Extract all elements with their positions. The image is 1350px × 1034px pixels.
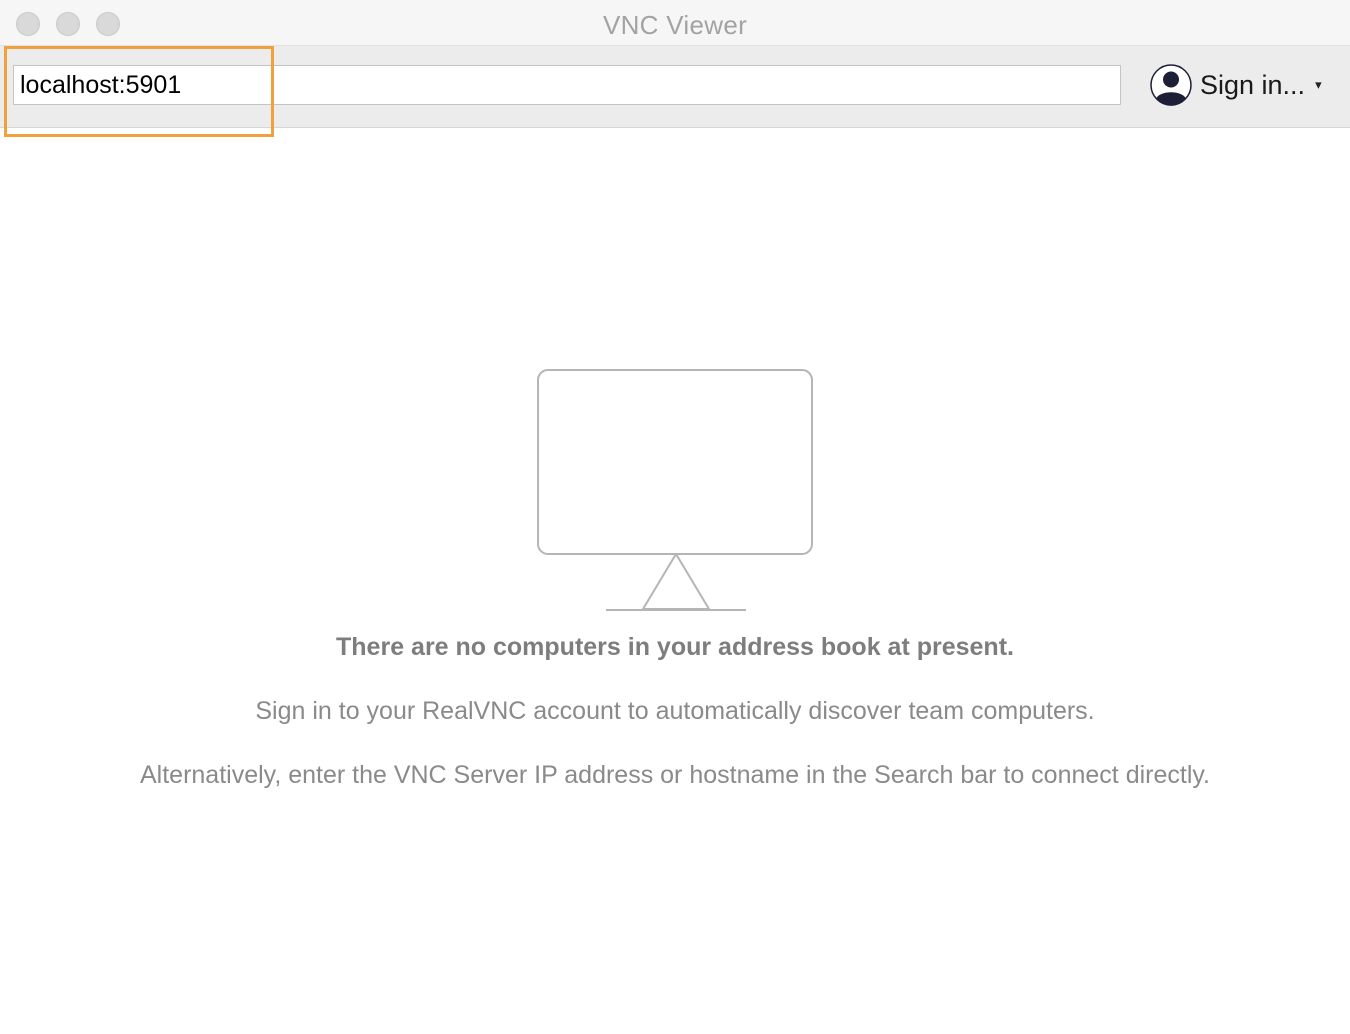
window-title: VNC Viewer (602, 10, 748, 40)
empty-state-search-hint: Alternatively, enter the VNC Server IP a… (140, 761, 1210, 789)
sign-in-button[interactable]: Sign in... ▾ (1150, 63, 1322, 107)
toolbar: Sign in... ▾ (0, 46, 1350, 128)
search-input[interactable] (13, 65, 1121, 105)
title-bar: VNC Viewer (0, 0, 1350, 46)
monitor-icon (537, 369, 813, 611)
empty-state-heading: There are no computers in your address b… (336, 633, 1014, 661)
sign-in-label: Sign in... (1200, 69, 1306, 100)
user-avatar-icon (1150, 64, 1192, 106)
vnc-viewer-window: VNC Viewer Sign in... ▾ There are no com… (0, 0, 1350, 1034)
empty-state-signin-hint: Sign in to your RealVNC account to autom… (255, 697, 1095, 725)
chevron-down-icon: ▾ (1315, 77, 1322, 92)
